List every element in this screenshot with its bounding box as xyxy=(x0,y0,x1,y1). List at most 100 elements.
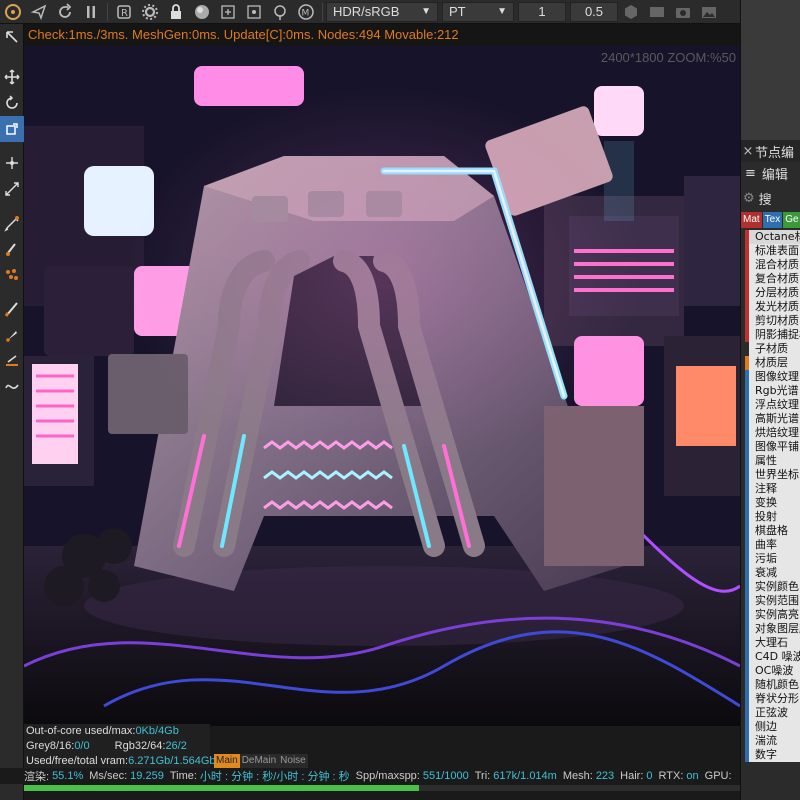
node-list-item[interactable]: Octane材质 xyxy=(745,230,800,244)
cluster-tool-icon[interactable] xyxy=(0,262,24,288)
pick-material-icon[interactable]: M xyxy=(295,1,317,23)
node-category-marker xyxy=(745,314,749,328)
memory-stats: Out-of-core used/max:0Kb/4Gb Grey8/16:0/… xyxy=(24,724,230,770)
node-list-item[interactable]: 正弦波 xyxy=(745,706,800,720)
node-category-marker xyxy=(745,678,749,692)
node-list-item[interactable]: 图像纹理 xyxy=(745,370,800,384)
node-list-item[interactable]: 阴影捕捉材质 xyxy=(745,328,800,342)
value-field-2[interactable]: 0.5 xyxy=(570,1,618,22)
panel-tabs: Mat Tex Ge xyxy=(741,212,800,228)
node-list-item[interactable]: 高斯光谱 xyxy=(745,412,800,426)
camera-icon[interactable] xyxy=(672,1,694,23)
node-list-item[interactable]: 侧边 xyxy=(745,720,800,734)
hexagon-icon[interactable] xyxy=(620,1,642,23)
settings-gear-icon[interactable] xyxy=(139,1,161,23)
move-icon[interactable] xyxy=(0,64,24,90)
panel-title-bar: × 节点编 xyxy=(741,140,800,162)
node-list-item[interactable]: 分层材质 xyxy=(745,286,800,300)
node-category-marker xyxy=(745,692,749,706)
node-list-item[interactable]: 对象图层颜色 xyxy=(745,622,800,636)
region-render-icon[interactable]: R xyxy=(113,1,135,23)
knife-tool-icon[interactable] xyxy=(0,322,24,348)
node-list-item[interactable]: OC噪波 xyxy=(745,664,800,678)
search-label[interactable]: 搜 xyxy=(759,189,772,208)
resolution-label: 2400*1800 ZOOM:%50 xyxy=(600,50,736,65)
panel-tab-mat[interactable]: Mat xyxy=(741,212,762,228)
node-list-item[interactable]: 脊状分形 xyxy=(745,692,800,706)
node-list-item-label: 投射 xyxy=(755,510,777,523)
node-list-item[interactable]: 变换 xyxy=(745,496,800,510)
node-list-item[interactable]: 剪切材质 xyxy=(745,314,800,328)
node-list-item[interactable]: 材质层 xyxy=(745,356,800,370)
node-list-item[interactable]: 实例范围 xyxy=(745,594,800,608)
node-list-item[interactable]: 实例颜色 xyxy=(745,580,800,594)
lock-icon[interactable] xyxy=(165,1,187,23)
node-list-item-label: 复合材质 xyxy=(755,272,799,285)
add-region-icon[interactable] xyxy=(217,1,239,23)
node-list-item[interactable]: 复合材质 xyxy=(745,272,800,286)
channel-noise-tab[interactable]: Noise xyxy=(278,754,308,768)
node-list-item[interactable]: 污垢 xyxy=(745,552,800,566)
node-list-item[interactable]: 标准表面 xyxy=(745,244,800,258)
node-list-item[interactable]: 大理石 xyxy=(745,636,800,650)
node-list-item[interactable]: 混合材质 xyxy=(745,258,800,272)
edit-menu-label[interactable]: 编辑 xyxy=(762,164,788,183)
node-list-item[interactable]: 世界坐标 xyxy=(745,468,800,482)
node-icon[interactable]: ⚙ xyxy=(743,191,755,206)
node-list-item[interactable]: Rgb光谱 xyxy=(745,384,800,398)
channel-demain-tab[interactable]: DeMain xyxy=(239,754,279,768)
kernel-select[interactable]: PT ▼ xyxy=(442,1,514,22)
pen-tool-icon[interactable] xyxy=(0,210,24,236)
octane-logo-icon[interactable] xyxy=(2,1,24,23)
panel-menu[interactable]: ≡ 编辑 xyxy=(741,162,800,184)
node-list-item[interactable]: 浮点纹理 xyxy=(745,398,800,412)
node-list-item[interactable]: 子材质 xyxy=(745,342,800,356)
spline-tool-icon[interactable] xyxy=(0,374,24,400)
panel-search[interactable]: ⚙ 搜 xyxy=(741,184,800,212)
display-mode-select[interactable]: HDR/sRGB ▼ xyxy=(326,1,438,22)
clay-sphere-icon[interactable] xyxy=(191,1,213,23)
close-icon[interactable]: × xyxy=(741,144,755,159)
line-tool-icon[interactable] xyxy=(0,348,24,374)
hamburger-menu-icon[interactable]: ≡ xyxy=(745,166,756,181)
node-list-item[interactable]: C4D 噪波 xyxy=(745,650,800,664)
panel-tab-ge[interactable]: Ge xyxy=(783,212,800,228)
node-category-marker xyxy=(745,412,749,426)
pick-focus-icon[interactable] xyxy=(243,1,265,23)
brush-tool-icon[interactable] xyxy=(0,296,24,322)
send-scene-icon[interactable] xyxy=(28,1,50,23)
panel-tab-tex[interactable]: Tex xyxy=(762,212,783,228)
pause-icon[interactable] xyxy=(80,1,102,23)
value-field-1[interactable]: 1 xyxy=(518,1,566,22)
render-progress-bar xyxy=(24,785,740,791)
image-icon[interactable] xyxy=(698,1,720,23)
node-list-item[interactable]: 属性 xyxy=(745,454,800,468)
node-list-item[interactable]: 数字 xyxy=(745,748,800,762)
node-list-item[interactable]: 衰减 xyxy=(745,566,800,580)
channel-main-tab[interactable]: Main xyxy=(214,754,240,768)
node-list-item[interactable]: 实例高亮 xyxy=(745,608,800,622)
node-list-item[interactable]: 图像平铺 xyxy=(745,440,800,454)
node-list-item[interactable]: 发光材质 xyxy=(745,300,800,314)
axis-scale-icon[interactable] xyxy=(0,176,24,202)
node-list-item-label: 发光材质 xyxy=(755,300,799,313)
node-list-item[interactable]: 随机颜色 xyxy=(745,678,800,692)
pick-location-icon[interactable] xyxy=(269,1,291,23)
scale-icon[interactable] xyxy=(0,116,24,142)
panel-top-area xyxy=(741,0,800,140)
spp-label: Spp/maxspp: xyxy=(355,770,420,782)
node-list-item[interactable]: 投射 xyxy=(745,510,800,524)
pick-focus-tool-icon[interactable] xyxy=(0,24,24,50)
restart-render-icon[interactable] xyxy=(54,1,76,23)
node-list-item[interactable]: 湍流 xyxy=(745,734,800,748)
paint-tool-icon[interactable] xyxy=(0,236,24,262)
window-icon[interactable] xyxy=(646,1,668,23)
node-category-marker xyxy=(745,356,749,370)
node-list-item[interactable]: 棋盘格 xyxy=(745,524,800,538)
render-viewport[interactable]: 2400*1800 ZOOM:%50 xyxy=(24,46,740,726)
rotate-icon[interactable] xyxy=(0,90,24,116)
node-list-item[interactable]: 曲率 xyxy=(745,538,800,552)
node-list-item[interactable]: 烘焙纹理 xyxy=(745,426,800,440)
node-list-item[interactable]: 注释 xyxy=(745,482,800,496)
axis-move-icon[interactable] xyxy=(0,150,24,176)
